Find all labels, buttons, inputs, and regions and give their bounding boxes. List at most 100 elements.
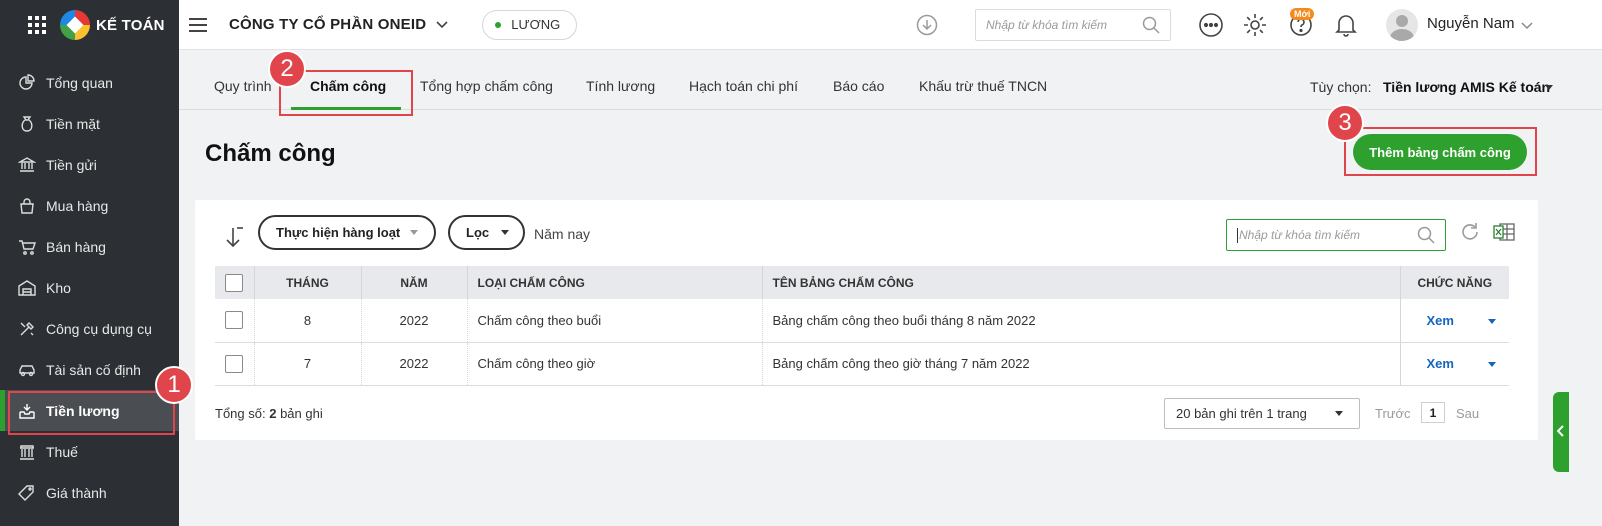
bulk-action-label: Thực hiện hàng loạt [276, 225, 401, 240]
warehouse-icon [18, 279, 36, 297]
chevron-down-icon[interactable] [1521, 17, 1533, 33]
tab-tong-hop-cham-cong[interactable]: Tổng hợp chấm công [420, 78, 553, 94]
chevron-left-icon [1556, 424, 1565, 440]
sidebar-item-tong-quan[interactable]: Tổng quan [0, 62, 179, 103]
table-header-row: THÁNG NĂM LOẠI CHẤM CÔNG TÊN BẢNG CHẤM C… [215, 266, 1509, 299]
caret-down-icon [1335, 411, 1343, 416]
bell-icon[interactable] [1334, 12, 1358, 41]
sidebar-item-cong-cu-dung-cu[interactable]: Công cụ dụng cụ [0, 308, 179, 349]
side-panel-toggle[interactable] [1553, 392, 1569, 472]
page-size-select[interactable]: 20 bản ghi trên 1 trang [1164, 398, 1360, 429]
cart-icon [18, 238, 36, 256]
add-timesheet-button[interactable]: Thêm bảng chấm công [1353, 134, 1527, 170]
cell-name: Bảng chấm công theo buổi tháng 8 năm 202… [762, 299, 1401, 343]
sidebar-item-mua-hang[interactable]: Mua hàng [0, 185, 179, 226]
sidebar-item-tai-san-co-dinh[interactable]: Tài sản cố định [0, 349, 179, 390]
sidebar-item-label: Thuế [46, 443, 78, 460]
total-prefix: Tổng số: [215, 406, 266, 421]
caret-down-icon[interactable] [1487, 318, 1496, 324]
header-search-input[interactable]: Nhập từ khóa tìm kiếm [975, 9, 1171, 41]
page-size-value: 20 bản ghi trên 1 trang [1176, 406, 1307, 421]
excel-export-icon[interactable] [1493, 222, 1515, 245]
caret-down-icon[interactable] [1487, 362, 1496, 368]
tab-tinh-luong[interactable]: Tính lương [586, 78, 655, 94]
sidebar-item-tien-luong[interactable]: Tiền lương [0, 390, 179, 431]
row-checkbox[interactable] [225, 311, 244, 330]
total-count: 2 [269, 406, 277, 421]
tab-hach-toan-chi-phi[interactable]: Hạch toán chi phí [689, 78, 798, 94]
company-selector[interactable]: CÔNG TY CỔ PHẦN ONEID [229, 16, 448, 33]
col-month[interactable]: THÁNG [254, 266, 362, 299]
bulk-action-button[interactable]: Thực hiện hàng loạt [258, 215, 437, 250]
sidebar-item-label: Tài sản cố định [46, 361, 141, 378]
sidebar-item-ban-hang[interactable]: Bán hàng [0, 226, 179, 267]
total-records: Tổng số: 2 bản ghi [215, 406, 323, 421]
gear-icon[interactable] [1242, 12, 1268, 41]
next-page-button[interactable]: Sau [1456, 406, 1479, 421]
new-badge: Mới [1290, 8, 1315, 20]
col-name[interactable]: TÊN BẢNG CHẤM CÔNG [762, 266, 1401, 299]
sidebar: KẾ TOÁN Tổng quan Tiền mặt Tiền gửi Mua … [0, 0, 179, 526]
row-checkbox[interactable] [225, 354, 244, 373]
sort-down-icon[interactable] [225, 226, 245, 251]
cell-actions: Xem [1399, 299, 1509, 343]
sidebar-item-thue[interactable]: Thuế [0, 431, 179, 472]
current-page[interactable]: 1 [1421, 402, 1445, 423]
table-row[interactable]: 8 2022 Chấm công theo buổi Bảng chấm côn… [215, 299, 1509, 343]
module-badge[interactable]: LƯƠNG [482, 9, 578, 40]
filter-button[interactable]: Lọc [448, 215, 525, 250]
view-link[interactable]: Xem [1427, 313, 1454, 328]
sidebar-item-label: Tổng quan [46, 74, 113, 91]
refresh-icon[interactable] [1459, 221, 1481, 246]
row-select-cell [215, 342, 255, 386]
sidebar-header: KẾ TOÁN [0, 0, 179, 50]
search-icon[interactable] [1417, 226, 1435, 247]
view-link[interactable]: Xem [1427, 356, 1454, 371]
cell-month: 7 [254, 342, 362, 386]
tax-building-icon [18, 443, 36, 461]
tab-bao-cao[interactable]: Báo cáo [833, 78, 884, 94]
tab-quy-trinh[interactable]: Quy trình [214, 78, 272, 94]
money-bag-icon [18, 115, 36, 133]
sidebar-item-label: Mua hàng [46, 197, 109, 214]
prev-page-button[interactable]: Trước [1375, 406, 1411, 421]
search-icon[interactable] [1142, 16, 1160, 37]
cell-year: 2022 [361, 299, 468, 343]
download-icon[interactable] [916, 14, 938, 39]
col-year[interactable]: NĂM [361, 266, 468, 299]
row-select-cell [215, 299, 255, 343]
cell-month: 8 [254, 299, 362, 343]
payroll-tray-icon [18, 402, 36, 420]
status-dot [495, 21, 502, 28]
select-all-cell [215, 266, 255, 299]
select-all-checkbox[interactable] [225, 273, 244, 292]
top-header: CÔNG TY CỔ PHẦN ONEID LƯƠNG Nhập từ khóa… [179, 0, 1602, 50]
col-type[interactable]: LOẠI CHẤM CÔNG [467, 266, 763, 299]
tab-khau-tru-thue-tncn[interactable]: Khấu trừ thuế TNCN [919, 78, 1047, 94]
car-icon [18, 361, 36, 379]
sidebar-item-tien-gui[interactable]: Tiền gửi [0, 144, 179, 185]
sidebar-item-tien-mat[interactable]: Tiền mặt [0, 103, 179, 144]
sidebar-item-label: Giá thành [46, 484, 107, 501]
caret-down-icon[interactable] [1545, 85, 1553, 90]
cell-type: Chấm công theo buổi [467, 299, 763, 343]
option-selector[interactable]: Tiền lương AMIS Kế toán [1383, 79, 1550, 95]
more-options-icon[interactable] [1198, 12, 1224, 41]
col-actions: CHỨC NĂNG [1399, 266, 1509, 299]
module-name: LƯƠNG [511, 17, 561, 32]
period-label[interactable]: Năm nay [534, 226, 590, 242]
sidebar-item-gia-thanh[interactable]: Giá thành [0, 472, 179, 513]
logo-text: KẾ TOÁN [96, 16, 165, 34]
table-row[interactable]: 7 2022 Chấm công theo giờ Bảng chấm công… [215, 342, 1509, 386]
filter-label: Lọc [466, 225, 490, 240]
sidebar-item-label: Kho [46, 279, 71, 296]
grid-search-input[interactable]: Nhập từ khóa tìm kiếm [1226, 219, 1446, 251]
avatar[interactable] [1386, 9, 1418, 41]
logo-icon [60, 10, 90, 40]
app-grid-icon[interactable] [28, 16, 46, 34]
user-name[interactable]: Nguyễn Nam [1427, 15, 1515, 32]
caret-down-icon [410, 230, 419, 235]
sidebar-item-kho[interactable]: Kho [0, 267, 179, 308]
page-title: Chấm công [205, 140, 336, 167]
menu-icon[interactable] [189, 17, 207, 32]
